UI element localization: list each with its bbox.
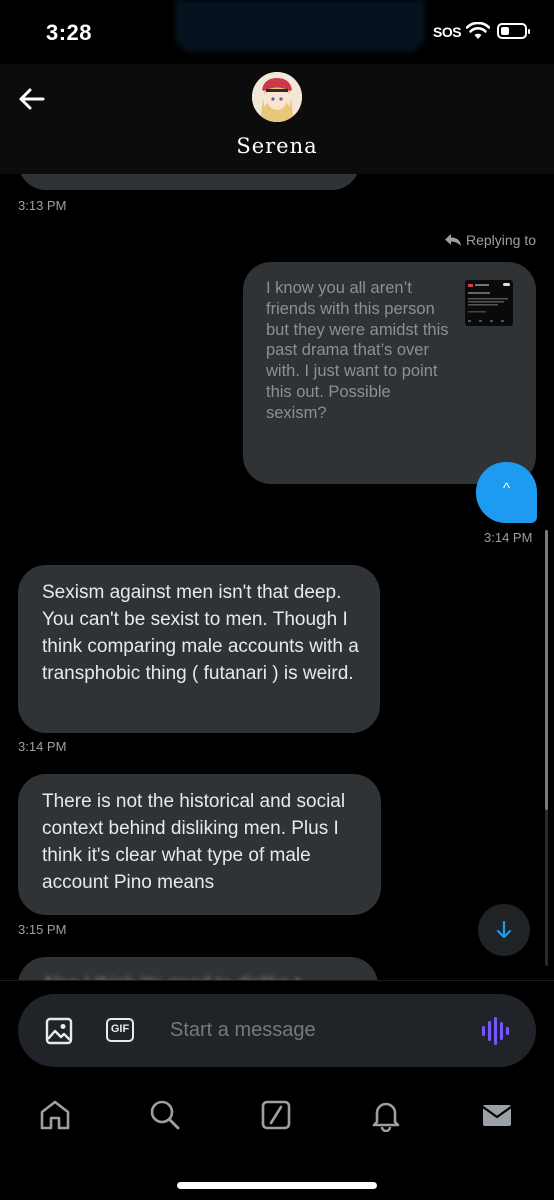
sent-message-text: ^: [502, 480, 511, 497]
composer-area: GIF: [0, 980, 554, 1200]
message-text: Also I think it's good to dislike t: [42, 971, 362, 980]
message-input[interactable]: [170, 1014, 460, 1046]
nav-home[interactable]: [35, 1095, 75, 1135]
message-text: Sexism against men isn't that deep. You …: [42, 582, 359, 684]
message-composer: GIF: [18, 994, 536, 1067]
messages-icon: [482, 1105, 512, 1126]
image-icon[interactable]: [45, 1017, 73, 1045]
message-list[interactable]: 3:13 PM Replying to I know you all aren’…: [0, 174, 554, 980]
quoted-message-text: I know you all aren’t friends with this …: [266, 279, 449, 422]
received-message-bubble[interactable]: Also I think it's good to dislike t: [18, 957, 378, 980]
status-bar: 3:28 SOS: [0, 0, 554, 64]
nav-search[interactable]: [145, 1095, 185, 1135]
scroll-to-bottom-button[interactable]: [478, 904, 530, 956]
message-timestamp: 3:13 PM: [18, 198, 67, 213]
home-icon: [40, 1100, 70, 1130]
contact-name[interactable]: Serena: [0, 134, 554, 158]
arrow-down-icon: [496, 920, 512, 939]
reply-icon: [444, 234, 461, 246]
message-bubble[interactable]: [18, 174, 360, 190]
arrow-left-icon[interactable]: [16, 84, 46, 114]
gif-icon[interactable]: GIF: [106, 1018, 134, 1042]
nav-messages[interactable]: [477, 1095, 517, 1135]
replying-indicator: Replying to: [444, 232, 536, 248]
wifi-icon: [466, 22, 490, 39]
avatar[interactable]: [252, 72, 302, 122]
message-timestamp: 3:14 PM: [484, 530, 533, 545]
dm-conversation-screen: 3:28 SOS Serena 3:13 PM Replying to I kn…: [0, 0, 554, 1200]
scrollbar-thumb[interactable]: [545, 530, 548, 810]
tweet-thumbnail[interactable]: [465, 280, 513, 326]
message-text: There is not the historical and social c…: [42, 791, 346, 893]
replying-label: Replying to: [465, 232, 536, 248]
received-message-bubble[interactable]: Sexism against men isn't that deep. You …: [18, 565, 380, 733]
conversation-header: Serena: [0, 64, 554, 174]
nav-grok[interactable]: [256, 1095, 296, 1135]
status-bar-overlay: [175, 0, 425, 52]
received-message-bubble[interactable]: There is not the historical and social c…: [18, 774, 381, 915]
quoted-message-bubble[interactable]: I know you all aren’t friends with this …: [243, 262, 536, 484]
message-timestamp: 3:14 PM: [18, 739, 67, 754]
grok-icon: [261, 1100, 291, 1130]
home-indicator[interactable]: [177, 1182, 377, 1189]
message-timestamp: 3:15 PM: [18, 922, 67, 937]
scrollbar[interactable]: [545, 530, 548, 966]
notifications-icon: [372, 1102, 400, 1132]
status-time: 3:28: [46, 20, 93, 45]
bottom-navigation: [0, 1091, 554, 1151]
sos-indicator: SOS: [433, 24, 462, 40]
search-icon: [150, 1100, 180, 1130]
voice-message-icon[interactable]: [480, 1016, 510, 1046]
nav-notifications[interactable]: [366, 1095, 406, 1135]
sent-message-bubble[interactable]: ^: [476, 462, 537, 523]
battery-icon: [497, 23, 530, 39]
